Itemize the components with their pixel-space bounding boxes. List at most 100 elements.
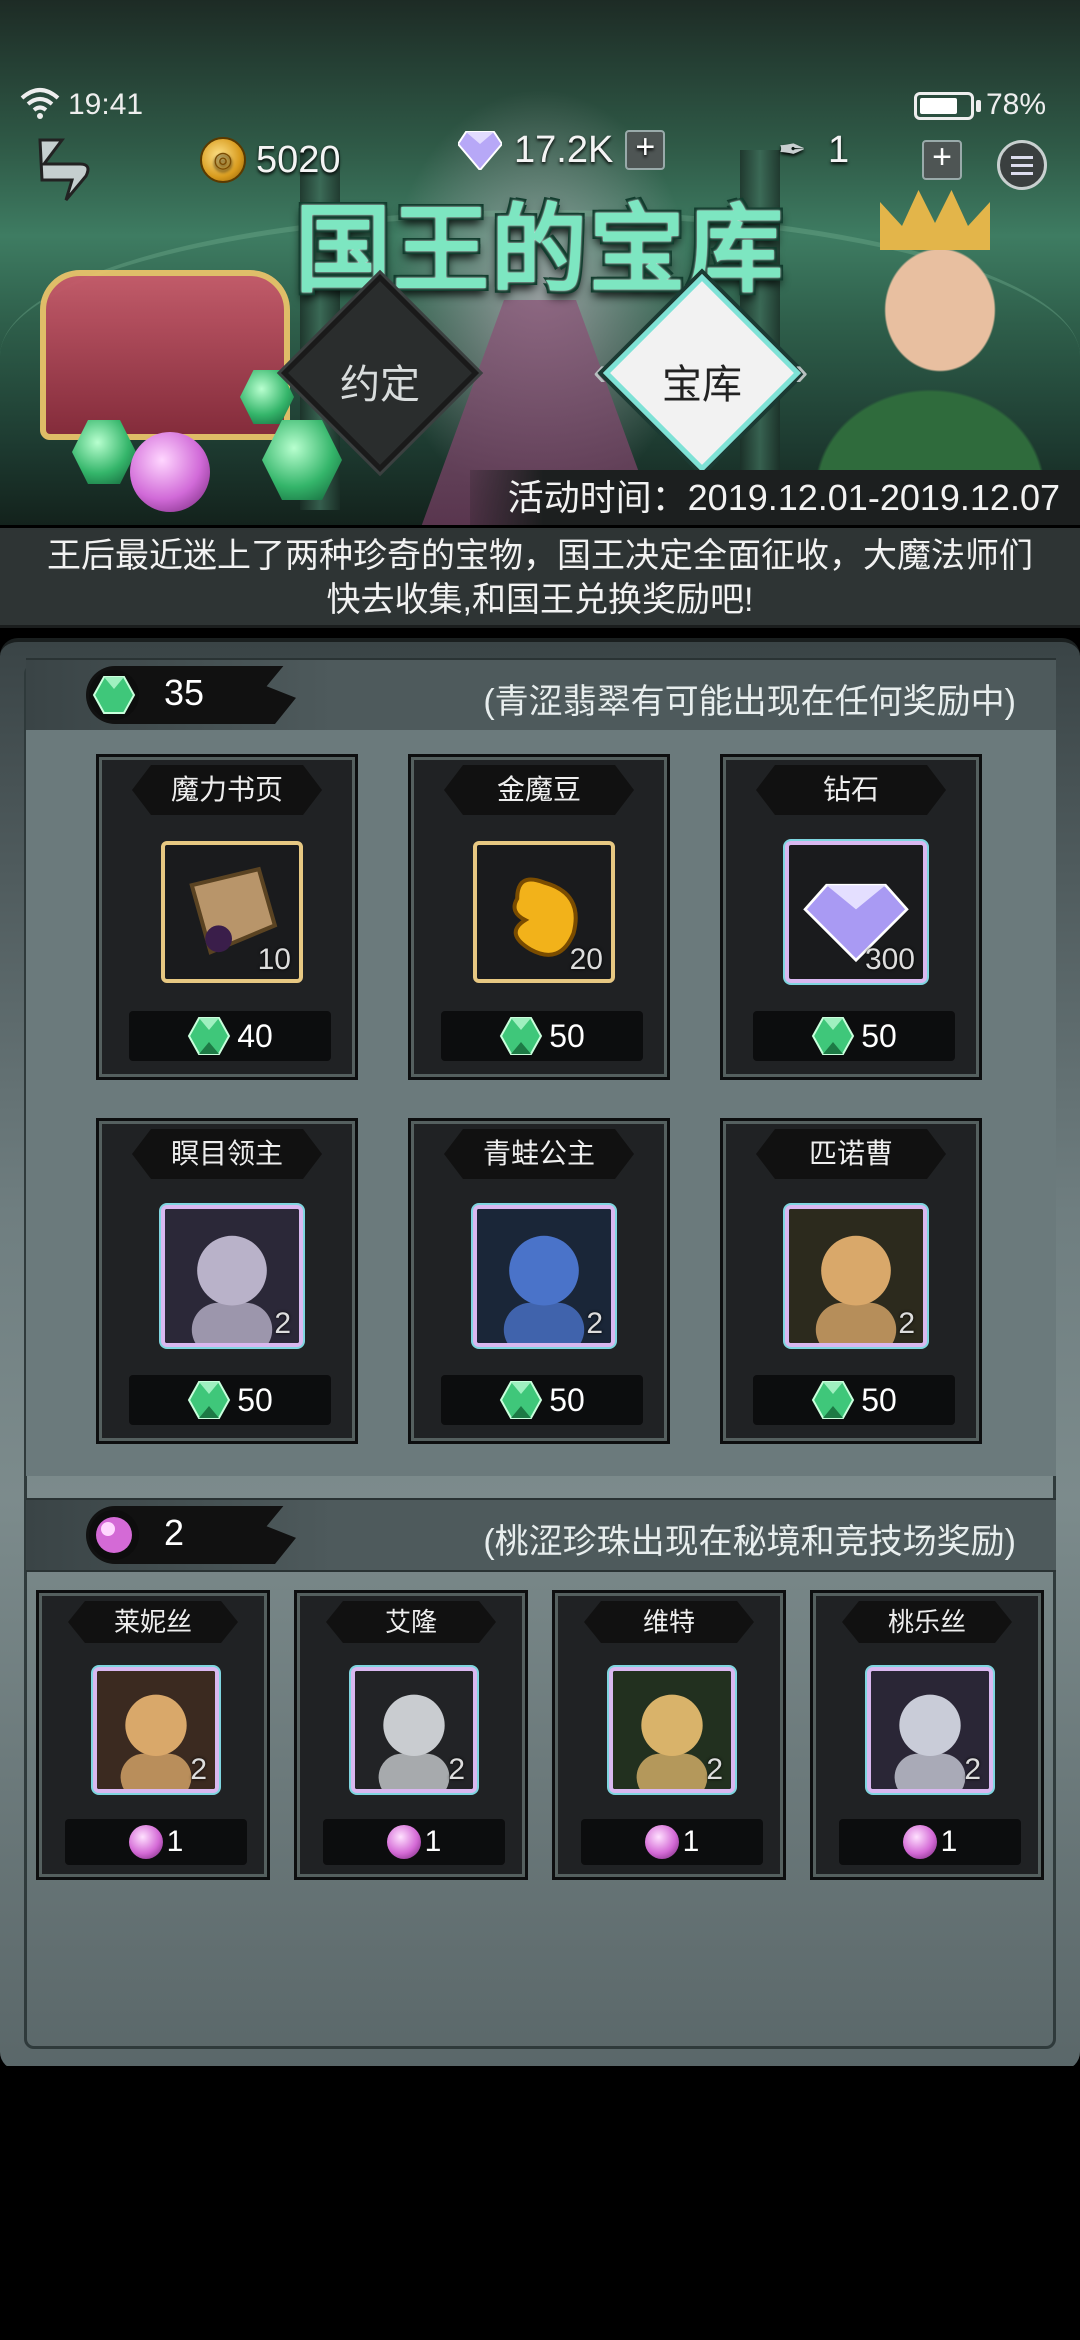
price-amount: 50 [861,1018,897,1054]
price-amount: 1 [940,1825,958,1858]
emerald-icon [500,1381,543,1419]
price-button[interactable]: 50 [129,1375,331,1425]
item-quantity: 2 [190,1753,207,1786]
wifi-icon [20,86,60,125]
shop-item-card[interactable]: 艾隆 2 1 [294,1590,528,1880]
shop-item-card[interactable]: 魔力书页 10 40 [96,754,358,1080]
item-quantity: 2 [586,1307,603,1340]
price-button[interactable]: 1 [581,1819,763,1865]
event-time: 活动时间：2019.12.01-2019.12.07 [470,470,1080,525]
price-amount: 40 [237,1018,273,1054]
price-button[interactable]: 50 [753,1011,955,1061]
emerald-icon [89,670,139,720]
emerald-icon [812,1381,855,1419]
price-button[interactable]: 1 [839,1819,1021,1865]
emerald-section-header: 35 (青涩翡翠有可能出现在任何奖励中) [26,658,1056,732]
shop-item-card[interactable]: 钻石 300 50 [720,754,982,1080]
pearl-section-header: 2 (桃涩珍珠出现在秘境和竞技场奖励) [26,1498,1056,1572]
battery-icon [914,92,974,120]
bottom-empty-area [0,2066,1080,2340]
shop-item-card[interactable]: 青蛙公主 2 50 [408,1118,670,1444]
item-name: 艾隆 [326,1601,496,1643]
back-button[interactable] [22,130,102,210]
lenis-portrait: 2 [93,1667,219,1793]
battery-tip [976,100,981,112]
shop-item-card[interactable]: 匹诺曹 2 50 [720,1118,982,1444]
price-button[interactable]: 1 [65,1819,247,1865]
pearl-icon [644,1825,679,1859]
tab-treasury-label[interactable]: 宝库 [592,352,812,410]
item-quantity: 300 [864,943,915,976]
item-name: 钻石 [756,765,946,815]
gold-counter: ◎ 5020 [200,132,341,188]
item-quantity: 2 [448,1753,465,1786]
item-quantity: 2 [706,1753,723,1786]
item-name: 维特 [584,1601,754,1643]
item-quantity: 20 [569,943,603,976]
dorothy-portrait: 2 [867,1667,993,1793]
price-button[interactable]: 1 [323,1819,505,1865]
price-button[interactable]: 40 [129,1011,331,1061]
event-banner: 国王的宝库 约定 ‹ 宝库 › 活动时间：2019.12.01-2019.12.… [0,0,1080,525]
shop-item-card[interactable]: 维特 2 1 [552,1590,786,1880]
shop-item-card[interactable]: 桃乐丝 2 1 [810,1590,1044,1880]
item-quantity: 10 [257,943,291,976]
ink-quill-icon: ✒ [778,131,807,169]
emerald-count: 35 [164,672,205,713]
add-diamonds-button[interactable]: + [625,130,666,170]
price-amount: 50 [861,1382,897,1418]
price-amount: 50 [549,1382,585,1418]
emerald-icon [188,1017,231,1055]
event-description: 王后最近迷上了两种珍奇的宝物，国王决定全面征收，大魔法师们 快去收集,和国王兑换… [0,528,1080,628]
chevron-right-icon: › [795,350,809,394]
description-line-1: 王后最近迷上了两种珍奇的宝物，国王决定全面征收，大魔法师们 [47,537,1033,575]
emerald-icon [188,1381,231,1419]
item-quantity: 2 [274,1307,291,1340]
item-quantity: 2 [898,1307,915,1340]
diamond-counter: 17.2K + [458,122,666,178]
price-amount: 1 [424,1825,442,1858]
diamond-icon: 300 [785,841,927,983]
item-name: 青蛙公主 [444,1129,634,1179]
price-button[interactable]: 50 [753,1375,955,1425]
pinocchio-portrait: 2 [785,1205,927,1347]
shop-item-card[interactable]: 莱妮丝 2 1 [36,1590,270,1880]
aron-portrait: 2 [351,1667,477,1793]
vitte-portrait: 2 [609,1667,735,1793]
diamond-amount: 17.2K [514,128,614,171]
item-name: 魔力书页 [132,765,322,815]
menu-button[interactable] [997,140,1047,190]
shop-item-card[interactable]: 瞑目领主 2 50 [96,1118,358,1444]
emerald-note: (青涩翡翠有可能出现在任何奖励中) [483,683,1016,721]
price-amount: 1 [682,1825,700,1858]
gold-coin-icon: ◎ [200,137,246,183]
price-amount: 1 [166,1825,184,1858]
emerald-icon [500,1017,543,1055]
pearl-icon [128,1825,163,1859]
pearl-icon [386,1825,421,1859]
pearl-icon [902,1825,937,1859]
price-button[interactable]: 50 [441,1375,643,1425]
price-amount: 50 [549,1018,585,1054]
item-name: 瞑目领主 [132,1129,322,1179]
status-time: 19:41 [68,88,144,121]
emerald-icon [812,1017,855,1055]
pearl-art [130,432,210,512]
price-button[interactable]: 50 [441,1011,643,1061]
pearl-icon [89,1510,139,1560]
pearl-note: (桃涩珍珠出现在秘境和竞技场奖励) [483,1523,1016,1561]
tab-promise-label[interactable]: 约定 [270,352,490,410]
golden-bean-icon: 20 [473,841,615,983]
description-line-2: 快去收集,和国王兑换奖励吧! [326,581,754,619]
item-name: 莱妮丝 [68,1601,238,1643]
pearl-count: 2 [164,1512,185,1553]
hooded-lord-portrait: 2 [161,1205,303,1347]
item-name: 匹诺曹 [756,1129,946,1179]
gold-amount: 5020 [256,138,341,181]
ink-counter: ✒ 1 [778,122,849,178]
add-ink-button[interactable]: + [922,140,962,180]
item-name: 金魔豆 [444,765,634,815]
ink-amount: 1 [828,128,850,171]
shop-item-card[interactable]: 金魔豆 20 50 [408,754,670,1080]
item-name: 桃乐丝 [842,1601,1012,1643]
